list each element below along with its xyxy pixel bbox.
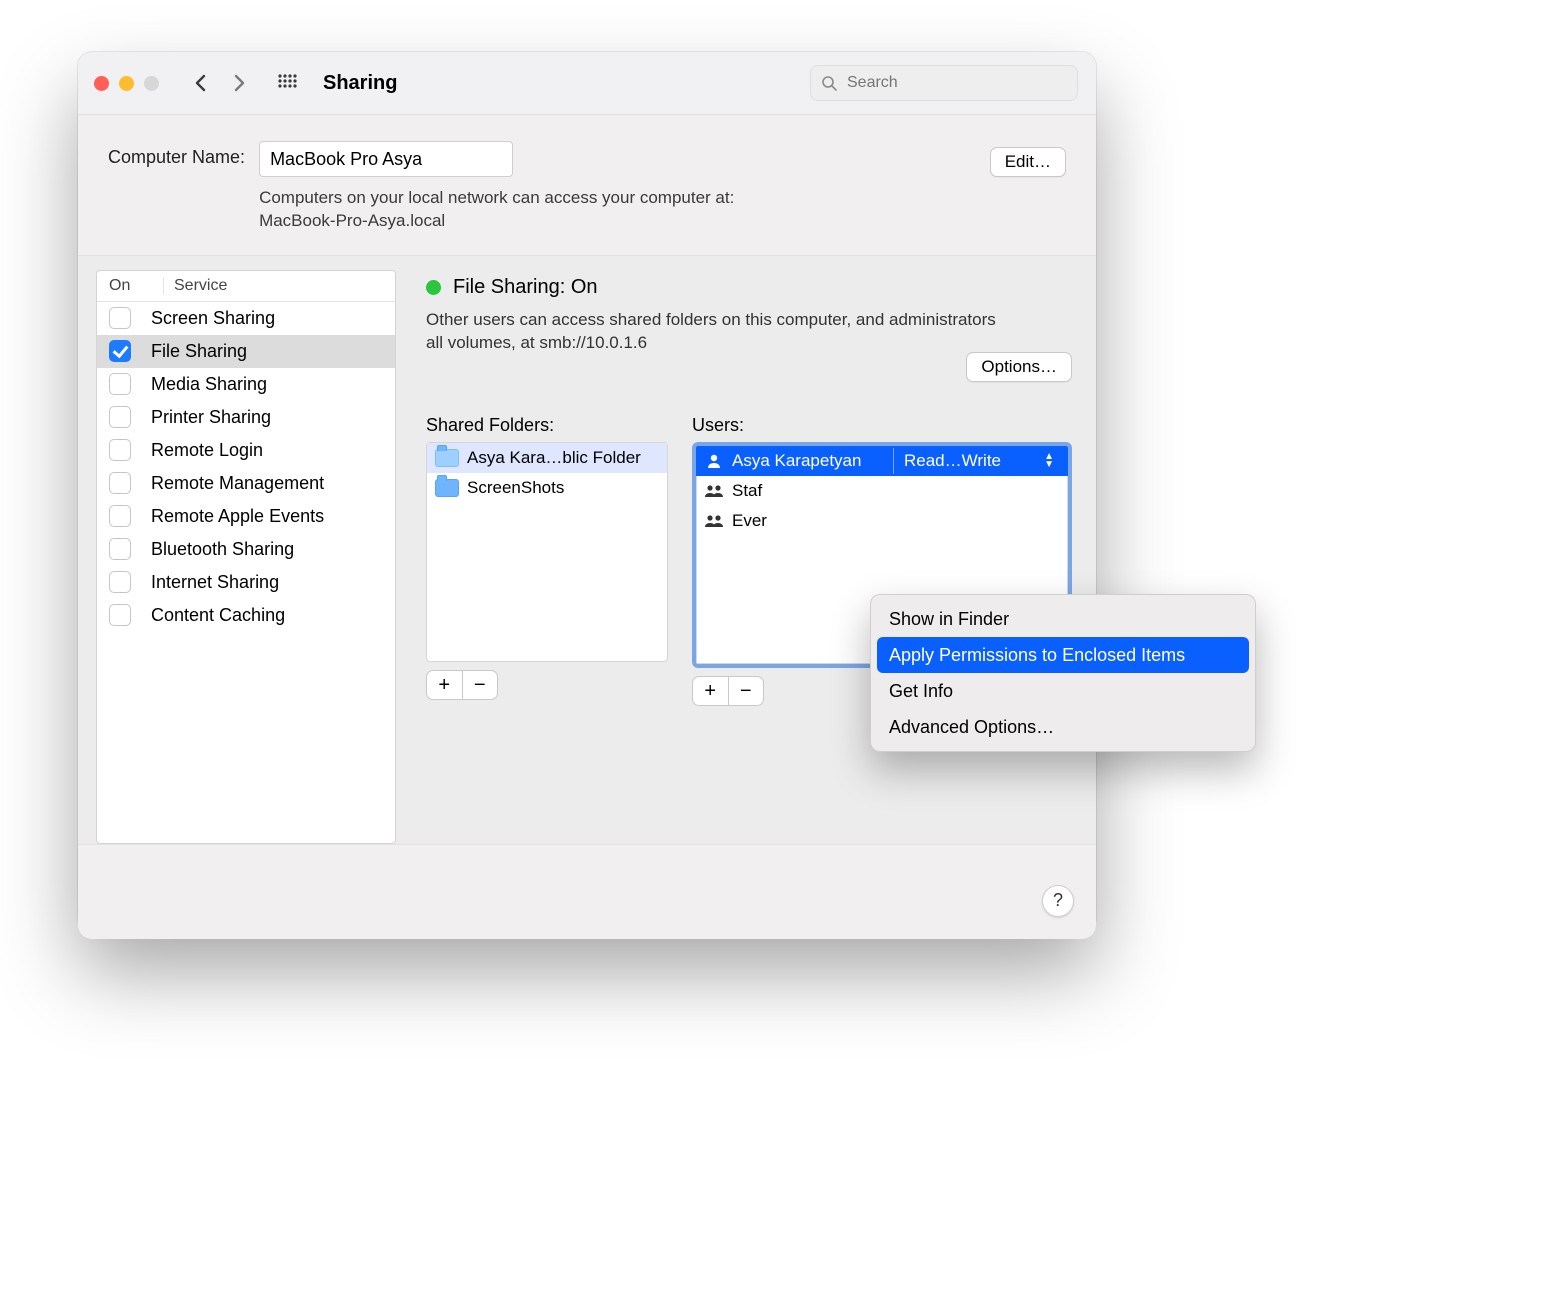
permission-value: Read…Write (904, 451, 1001, 471)
user-label: Staf (732, 481, 762, 501)
titlebar: Sharing (78, 52, 1096, 115)
service-row[interactable]: Internet Sharing (97, 566, 395, 599)
shared-folder-label: Asya Kara…blic Folder (467, 448, 641, 468)
service-detail: File Sharing: On Other users can access … (396, 256, 1096, 844)
add-folder-button[interactable]: + (427, 671, 462, 699)
updown-icon: ▲▼ (1044, 453, 1054, 469)
shared-folder-row[interactable]: ScreenShots (427, 473, 667, 503)
footer: ? (78, 844, 1096, 939)
service-checkbox[interactable] (109, 307, 131, 329)
status-title: File Sharing: On (453, 276, 598, 299)
search-field[interactable] (810, 65, 1078, 101)
service-label: Remote Apple Events (151, 506, 324, 527)
group-icon (704, 483, 724, 499)
service-checkbox[interactable] (109, 538, 131, 560)
page-title: Sharing (323, 72, 397, 95)
folder-icon (435, 479, 459, 497)
user-row[interactable]: Asya Karapetyan Read…Write ▲▼ (696, 446, 1068, 476)
context-menu: Show in FinderApply Permissions to Enclo… (870, 594, 1256, 752)
status-description: Other users can access shared folders on… (426, 309, 1016, 355)
shared-folders-caption: Shared Folders: (426, 415, 668, 436)
service-label: Content Caching (151, 605, 285, 626)
minimize-window-button[interactable] (119, 76, 134, 91)
service-label: Screen Sharing (151, 308, 275, 329)
zoom-window-button[interactable] (144, 76, 159, 91)
computer-name-section: Computer Name: Computers on your local n… (78, 115, 1096, 256)
service-row[interactable]: Screen Sharing (97, 302, 395, 335)
shared-folders-list[interactable]: Asya Kara…blic Folder ScreenShots (426, 442, 668, 662)
service-checkbox[interactable] (109, 472, 131, 494)
search-input[interactable] (845, 73, 1067, 93)
service-checkbox[interactable] (109, 373, 131, 395)
status-line: File Sharing: On (426, 276, 1072, 299)
context-menu-item[interactable]: Get Info (871, 673, 1255, 709)
options-button[interactable]: Options… (966, 352, 1072, 382)
context-menu-item[interactable]: Apply Permissions to Enclosed Items (877, 637, 1249, 673)
service-label: Bluetooth Sharing (151, 539, 294, 560)
context-menu-item[interactable]: Advanced Options… (871, 709, 1255, 745)
context-menu-item[interactable]: Show in Finder (871, 601, 1255, 637)
window-controls (94, 76, 159, 91)
person-icon (704, 453, 724, 469)
service-row[interactable]: Remote Login (97, 434, 395, 467)
service-row[interactable]: Media Sharing (97, 368, 395, 401)
group-icon (704, 513, 724, 529)
shared-folder-row[interactable]: Asya Kara…blic Folder (427, 443, 667, 473)
service-checkbox[interactable] (109, 406, 131, 428)
user-row[interactable]: Ever (696, 506, 1068, 536)
service-label: Printer Sharing (151, 407, 271, 428)
folder-icon (435, 449, 459, 467)
service-label: Media Sharing (151, 374, 267, 395)
service-label: Remote Management (151, 473, 324, 494)
shared-folder-label: ScreenShots (467, 478, 564, 498)
shared-folders-add-remove: + − (426, 670, 498, 700)
search-icon (821, 75, 837, 91)
service-checkbox[interactable] (109, 505, 131, 527)
nav-back-button[interactable] (187, 69, 215, 97)
service-row[interactable]: Remote Apple Events (97, 500, 395, 533)
computer-name-input[interactable] (259, 141, 513, 177)
add-user-button[interactable]: + (693, 677, 728, 705)
service-row[interactable]: File Sharing (97, 335, 395, 368)
user-row[interactable]: Staf (696, 476, 1068, 506)
services-list: On Service Screen Sharing File Sharing Med… (96, 270, 396, 844)
remove-folder-button[interactable]: − (463, 671, 498, 699)
close-window-button[interactable] (94, 76, 109, 91)
shared-folders-section: Shared Folders: Asya Kara…blic Folder Scr… (426, 415, 668, 706)
service-row[interactable]: Content Caching (97, 599, 395, 632)
service-checkbox[interactable] (109, 340, 131, 362)
users-add-remove: + − (692, 676, 764, 706)
users-caption: Users: (692, 415, 1072, 436)
service-row[interactable]: Remote Management (97, 467, 395, 500)
col-service-label: Service (164, 277, 227, 295)
services-header: On Service (97, 271, 395, 302)
show-all-button[interactable] (273, 69, 301, 97)
nav-forward-button[interactable] (225, 69, 253, 97)
status-indicator-icon (426, 280, 441, 295)
user-label: Asya Karapetyan (732, 451, 861, 471)
remove-user-button[interactable]: − (729, 677, 764, 705)
computer-name-label: Computer Name: (108, 147, 245, 168)
service-row[interactable]: Printer Sharing (97, 401, 395, 434)
edit-hostname-button[interactable]: Edit… (990, 147, 1066, 177)
permission-dropdown[interactable]: Read…Write ▲▼ (893, 448, 1060, 474)
service-checkbox[interactable] (109, 571, 131, 593)
user-label: Ever (732, 511, 767, 531)
main-content: On Service Screen Sharing File Sharing Med… (78, 256, 1096, 844)
service-row[interactable]: Bluetooth Sharing (97, 533, 395, 566)
help-button[interactable]: ? (1042, 885, 1074, 917)
service-checkbox[interactable] (109, 439, 131, 461)
preferences-window: Sharing Computer Name: Computers on your… (78, 52, 1096, 932)
computer-name-note: Computers on your local network can acce… (259, 187, 879, 233)
service-checkbox[interactable] (109, 604, 131, 626)
col-on-label: On (97, 277, 164, 295)
service-label: File Sharing (151, 341, 247, 362)
service-label: Internet Sharing (151, 572, 279, 593)
service-label: Remote Login (151, 440, 263, 461)
